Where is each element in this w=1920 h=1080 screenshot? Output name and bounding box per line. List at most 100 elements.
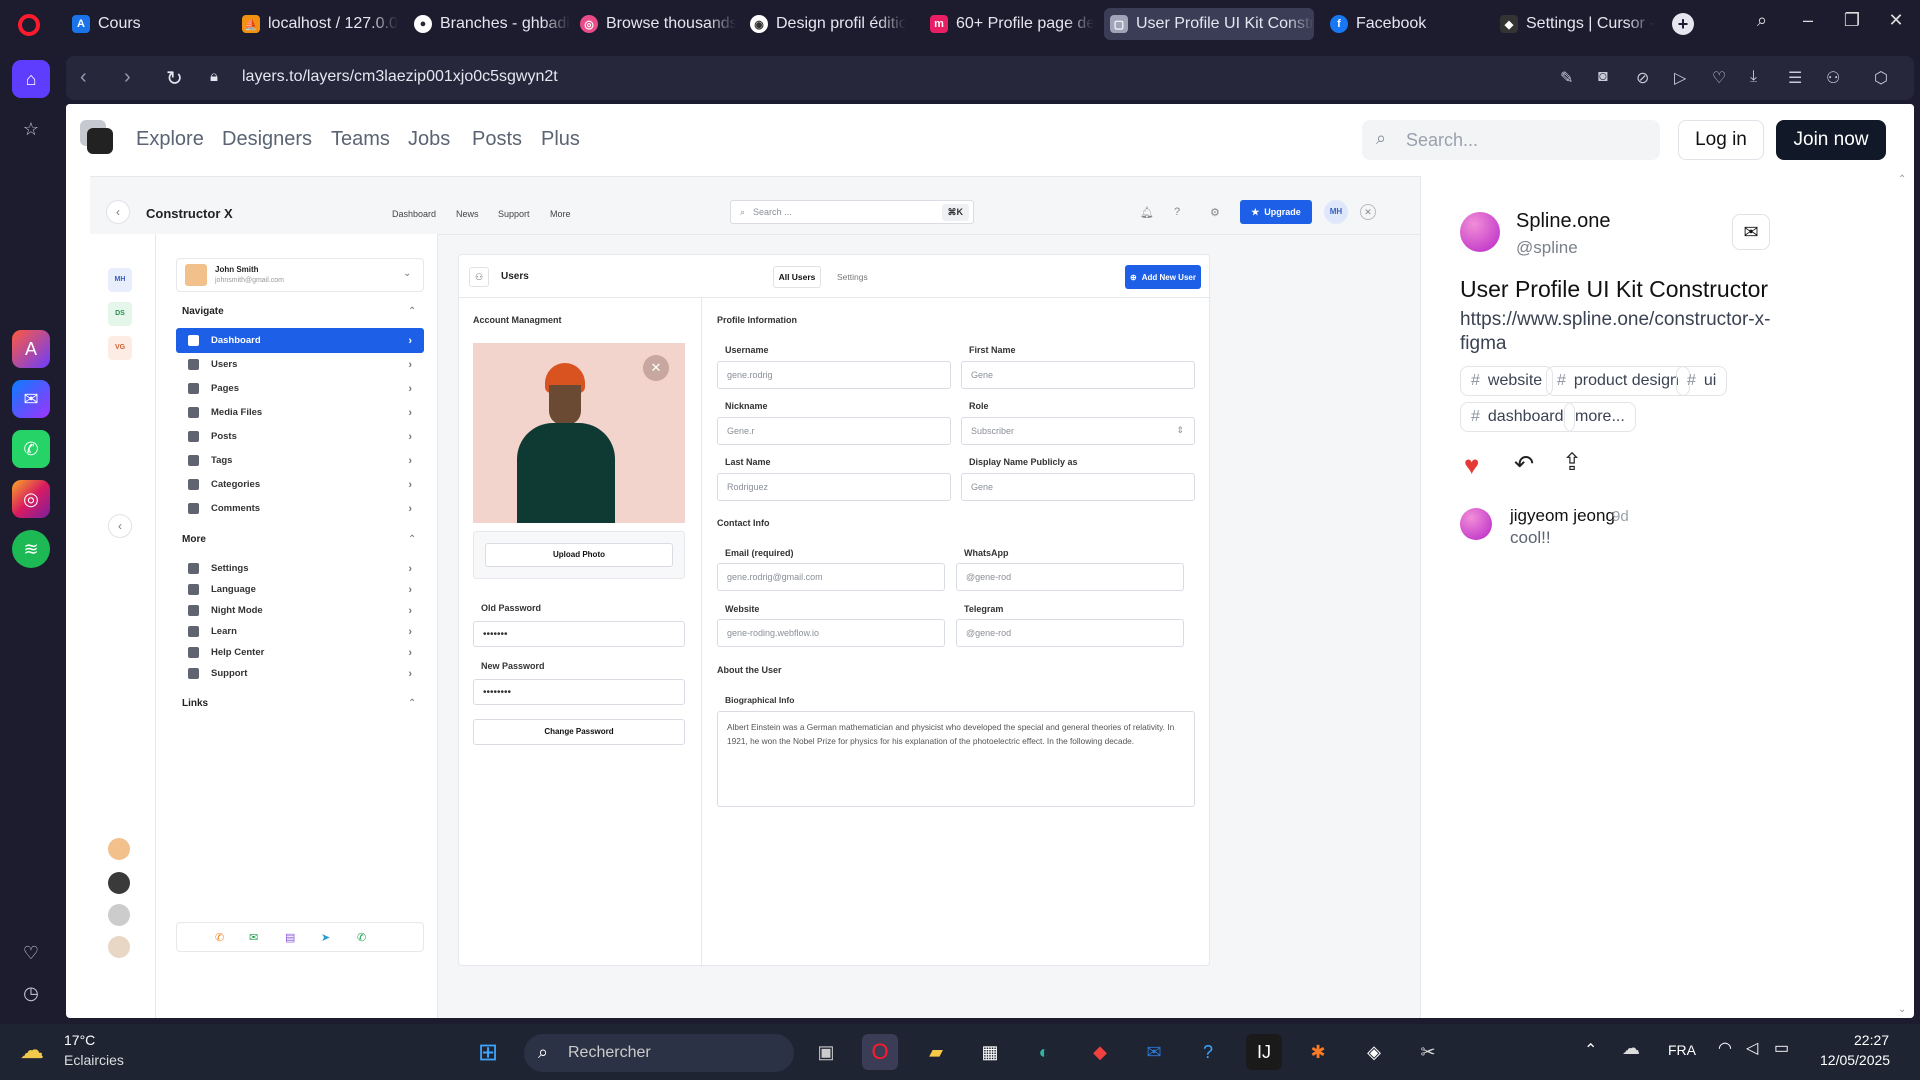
battery-icon[interactable]: ▭ [1774, 1038, 1789, 1058]
edge-icon[interactable]: ◐ [1026, 1034, 1062, 1070]
search-icon: ⌕ [740, 206, 746, 217]
comment-avatar[interactable] [1460, 508, 1492, 540]
intellij-icon[interactable]: IJ [1246, 1034, 1282, 1070]
tab-branches[interactable]: ● Branches - ghbadis/ [408, 8, 570, 40]
nav-jobs[interactable]: Jobs [408, 128, 450, 151]
restore-button[interactable]: ❐ [1838, 10, 1866, 31]
mock-new-password: •••••••• [473, 679, 685, 705]
tag-website[interactable]: # website [1460, 366, 1554, 396]
mock-change-password-button: Change Password [473, 719, 685, 745]
comment-author[interactable]: jigyeom jeong [1510, 506, 1615, 526]
volume-icon[interactable]: ◁ [1746, 1038, 1758, 1058]
cursor-app-icon[interactable]: ◈ [1356, 1034, 1392, 1070]
minimize-button[interactable]: – [1794, 10, 1822, 31]
tab-dribbble[interactable]: ◎Browse thousands of [574, 8, 736, 40]
nav-plus[interactable]: Plus [541, 128, 580, 151]
mock-nickname: Gene.r [717, 417, 951, 445]
taskbar-search[interactable]: ⌕ Rechercher [524, 1034, 794, 1072]
join-button[interactable]: Join now [1776, 120, 1886, 160]
tab-cursor-settings[interactable]: ◆Settings | Cursor - T [1494, 8, 1654, 40]
forward-icon[interactable]: › [124, 66, 131, 89]
close-window-button[interactable]: ✕ [1882, 10, 1910, 31]
outlook-icon[interactable]: ✉ [1136, 1034, 1172, 1070]
aria-icon[interactable]: A [12, 330, 50, 368]
spotify-icon[interactable]: ≋ [12, 530, 50, 568]
clock-time[interactable]: 22:27 [1854, 1032, 1889, 1048]
heart-icon[interactable]: ♥ [1464, 450, 1479, 481]
new-tab-button[interactable]: + [1672, 13, 1694, 35]
share-icon[interactable]: ⇪ [1562, 448, 1582, 477]
nav-teams[interactable]: Teams [331, 128, 390, 151]
edit-icon[interactable]: ✎ [1560, 68, 1573, 88]
opera-taskbar-icon[interactable]: O [862, 1034, 898, 1070]
nav-designers[interactable]: Designers [222, 128, 312, 151]
menu-icon[interactable]: ☰ [1788, 68, 1802, 88]
tab-user-profile-active[interactable]: ▢ User Profile UI Kit Constru [1104, 8, 1314, 40]
download-icon[interactable]: ⤓ [1750, 68, 1757, 86]
start-button[interactable]: ⊞ [470, 1034, 506, 1070]
avatar [108, 904, 130, 926]
tab-facebook[interactable]: f Facebook [1324, 8, 1474, 40]
url-text[interactable]: layers.to/layers/cm3laezip001xjo0c5sgwyn… [242, 68, 558, 86]
profile-icon[interactable]: ⚇ [1826, 68, 1840, 88]
site-search[interactable]: ⌕ Search... [1362, 120, 1660, 160]
tag-product-design[interactable]: # product design [1546, 366, 1690, 396]
weather-temp: 17°C [64, 1032, 96, 1048]
file-explorer-icon[interactable]: ▰ [918, 1034, 954, 1070]
mock-bio: Albert Einstein was a German mathematici… [717, 711, 1195, 807]
tag-ui[interactable]: # ui [1676, 366, 1728, 396]
tab-design-profil[interactable]: ◉ Design profil édition [744, 8, 906, 40]
scroll-down-icon[interactable]: ⌄ [1898, 1004, 1906, 1015]
chevron-up-icon[interactable]: ⌃ [1584, 1040, 1597, 1060]
tag-dashboard[interactable]: # dashboard [1460, 402, 1575, 432]
reply-icon[interactable]: ↶ [1514, 450, 1534, 479]
nav-posts[interactable]: Posts [472, 128, 522, 151]
history-icon[interactable]: ◷ [12, 974, 50, 1012]
author-name[interactable]: Spline.one [1516, 210, 1611, 233]
layers-logo-icon[interactable] [80, 120, 114, 154]
task-view-icon[interactable]: ▣ [808, 1034, 844, 1070]
select-arrows-icon: ⇕ [1176, 425, 1184, 435]
extensions-icon[interactable]: ⬡ [1874, 68, 1888, 88]
tags-more-button[interactable]: more... [1564, 402, 1636, 432]
camera-icon[interactable]: ◙ [1598, 68, 1608, 86]
tab-cours[interactable]: A Cours [66, 8, 194, 40]
snipping-icon[interactable]: ✂ [1410, 1034, 1446, 1070]
reload-icon[interactable]: ↻ [166, 66, 183, 91]
message-button[interactable]: ✉ [1732, 214, 1770, 250]
post-link[interactable]: https://www.spline.one/constructor-x-fig… [1460, 308, 1780, 356]
instagram-icon[interactable]: ◎ [12, 480, 50, 518]
heart-icon[interactable]: ♡ [12, 934, 50, 972]
clock-date[interactable]: 12/05/2025 [1820, 1052, 1890, 1068]
opera-logo-icon[interactable] [18, 14, 40, 36]
send-icon[interactable]: ▷ [1674, 68, 1686, 88]
onedrive-icon[interactable]: ☁ [1622, 1038, 1640, 1059]
shield-icon[interactable]: ⊘ [1636, 68, 1649, 88]
app-red-icon[interactable]: ◆ [1082, 1034, 1118, 1070]
author-avatar[interactable] [1460, 212, 1500, 252]
search-tabs-icon[interactable]: ⌕ [1748, 10, 1776, 31]
tab-profile-page[interactable]: m 60+ Profile page de [924, 8, 1094, 40]
nav-explore[interactable]: Explore [136, 128, 204, 151]
back-icon[interactable]: ‹ [80, 66, 87, 89]
wifi-icon[interactable]: ◠ [1718, 1038, 1732, 1058]
mail-icon: ✉ [1743, 222, 1759, 242]
home-icon[interactable]: ⌂ [12, 60, 50, 98]
mock-email: gene.rodrig@gmail.com [717, 563, 945, 591]
tab-localhost[interactable]: ⛵ localhost / 127.0.0.1 [236, 8, 398, 40]
xampp-icon[interactable]: ✱ [1300, 1034, 1336, 1070]
weather-icon[interactable]: ☁ [20, 1036, 44, 1065]
language-indicator[interactable]: FRA [1668, 1042, 1696, 1058]
mock-telegram: @gene-rod [956, 619, 1184, 647]
messenger-icon[interactable]: ✉ [12, 380, 50, 418]
scroll-up-icon[interactable]: ⌃ [1898, 174, 1906, 185]
login-button[interactable]: Log in [1678, 120, 1764, 160]
avatar [108, 936, 130, 958]
store-icon[interactable]: ▦ [972, 1034, 1008, 1070]
heart-icon[interactable]: ♡ [1712, 68, 1726, 88]
chevron-up-icon: ⌃ [408, 534, 417, 545]
whatsapp-icon[interactable]: ✆ [12, 430, 50, 468]
help-app-icon[interactable]: ? [1190, 1034, 1226, 1070]
mock-whatsapp: @gene-rod [956, 563, 1184, 591]
star-icon[interactable]: ☆ [12, 110, 50, 148]
